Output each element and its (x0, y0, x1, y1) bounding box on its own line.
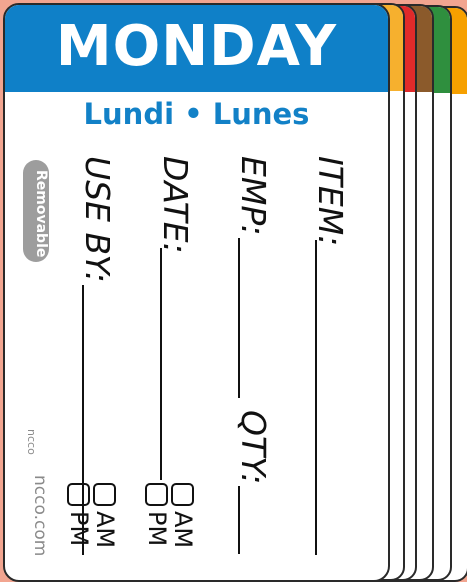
pm-label: PM (65, 511, 93, 547)
day-title: MONDAY (55, 14, 338, 79)
qty-label-wrap: QTY: (233, 410, 273, 485)
emp-write-line[interactable] (238, 238, 240, 398)
date-pm-checkbox[interactable]: PM (143, 483, 171, 546)
use-by-pm-checkbox[interactable]: PM (65, 483, 93, 546)
qty-write-line[interactable] (238, 486, 240, 554)
item-label-wrap: ITEM: (310, 156, 350, 246)
date-label: DATE: (156, 156, 195, 254)
removable-badge-text: Removable (33, 170, 49, 258)
emp-label: EMP: (234, 156, 273, 236)
checkbox-square[interactable] (171, 483, 195, 506)
am-label: AM (169, 511, 197, 549)
removable-badge: Removable (23, 160, 49, 262)
pm-label: PM (143, 511, 171, 547)
use-by-am-checkbox[interactable]: AM (91, 483, 119, 548)
emp-label-wrap: EMP: (233, 156, 273, 236)
day-header: MONDAY (5, 5, 388, 92)
date-write-line[interactable] (160, 248, 162, 480)
ncco-logo-text: ncco (25, 429, 38, 455)
day-subtitle: Lundi • Lunes (83, 97, 310, 131)
checkbox-square[interactable] (93, 483, 117, 506)
item-label: ITEM: (311, 156, 350, 247)
checkbox-square[interactable] (145, 483, 169, 506)
qty-label: QTY: (234, 410, 273, 485)
date-label-wrap: DATE: (155, 156, 195, 254)
checkbox-square[interactable] (67, 483, 91, 506)
use-by-label-wrap: USE BY: (77, 156, 117, 283)
use-by-label: USE BY: (78, 156, 117, 283)
brand-url: ncco.com (30, 475, 50, 557)
item-write-line[interactable] (315, 240, 317, 555)
date-am-checkbox[interactable]: AM (169, 483, 197, 548)
day-label-card: MONDAY Lundi • Lunes Removable ITEM: EMP… (3, 3, 390, 582)
am-label: AM (91, 511, 119, 549)
brand-url-wrap: ncco.com (30, 475, 50, 556)
ncco-logo: ncco (25, 429, 38, 455)
